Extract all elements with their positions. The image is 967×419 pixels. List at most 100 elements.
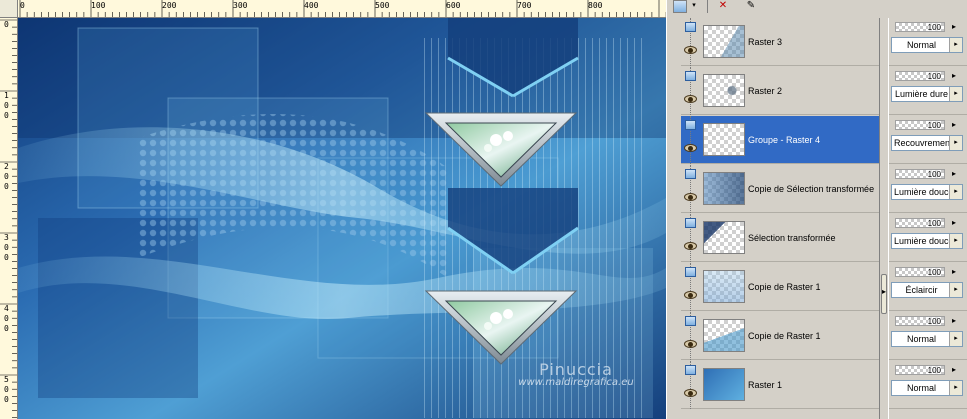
visibility-eye-icon[interactable] bbox=[684, 144, 697, 152]
visibility-eye-icon[interactable] bbox=[684, 242, 697, 250]
layer-type-icon bbox=[685, 120, 696, 130]
splitter-grip[interactable]: ▸ bbox=[881, 274, 887, 314]
layer-row[interactable]: Copie de Raster 1 bbox=[681, 263, 879, 311]
opacity-arrow-icon[interactable]: ▸ bbox=[949, 70, 959, 82]
layer-properties-row: 100 ▸ Recouvrement ▸ bbox=[889, 116, 967, 164]
dropdown-arrow-icon[interactable]: ▾ bbox=[689, 0, 699, 13]
layer-type-icon bbox=[685, 218, 696, 228]
opacity-slider[interactable]: 100 bbox=[895, 267, 945, 277]
blend-mode-select[interactable]: Normal ▸ bbox=[891, 380, 963, 396]
layer-name[interactable]: Copie de Raster 1 bbox=[748, 331, 880, 341]
dropdown-arrow-icon[interactable]: ▸ bbox=[949, 332, 962, 346]
layer-name[interactable]: Groupe - Raster 4 bbox=[748, 135, 880, 145]
opacity-arrow-icon[interactable]: ▸ bbox=[949, 119, 959, 131]
ruler-label: 2 bbox=[4, 162, 9, 171]
opacity-slider[interactable]: 100 bbox=[895, 316, 945, 326]
opacity-arrow-icon[interactable]: ▸ bbox=[949, 217, 959, 229]
ruler-label: 5 bbox=[4, 375, 9, 384]
blend-mode-value: Lumière douce bbox=[894, 187, 949, 197]
opacity-value: 100 bbox=[927, 219, 941, 228]
layer-type-icon bbox=[685, 365, 696, 375]
dropdown-arrow-icon[interactable]: ▸ bbox=[949, 38, 962, 52]
opacity-arrow-icon[interactable]: ▸ bbox=[949, 21, 959, 33]
layer-name[interactable]: Raster 3 bbox=[748, 37, 880, 47]
opacity-arrow-icon[interactable]: ▸ bbox=[949, 266, 959, 278]
blend-mode-select[interactable]: Lumière dure ▸ bbox=[891, 86, 963, 102]
ruler-label: 1 bbox=[4, 91, 9, 100]
image-canvas[interactable]: Pinuccia www.maldiregrafica.eu bbox=[18, 18, 666, 419]
layer-type-icon bbox=[685, 267, 696, 277]
opacity-value: 100 bbox=[927, 268, 941, 277]
ruler-label: 500 bbox=[375, 1, 390, 10]
dropdown-arrow-icon[interactable]: ▸ bbox=[949, 234, 962, 248]
blend-mode-value: Recouvrement bbox=[894, 138, 949, 148]
ruler-label: 0 bbox=[4, 101, 9, 110]
layer-name[interactable]: Raster 1 bbox=[748, 380, 880, 390]
opacity-slider[interactable]: 100 bbox=[895, 22, 945, 32]
layer-row[interactable]: Groupe - Raster 4 bbox=[681, 116, 879, 164]
ruler-corner bbox=[0, 0, 18, 18]
blend-mode-select[interactable]: Normal ▸ bbox=[891, 331, 963, 347]
blend-mode-value: Lumière douce bbox=[894, 236, 949, 246]
opacity-arrow-icon[interactable]: ▸ bbox=[949, 168, 959, 180]
layer-properties-row: 100 ▸ Normal ▸ bbox=[889, 361, 967, 409]
opacity-arrow-icon[interactable]: ▸ bbox=[949, 364, 959, 376]
ruler-label: 300 bbox=[233, 1, 248, 10]
visibility-eye-icon[interactable] bbox=[684, 193, 697, 201]
layer-thumbnail bbox=[703, 270, 745, 303]
opacity-slider[interactable]: 100 bbox=[895, 218, 945, 228]
watermark-url: www.maldiregrafica.eu bbox=[518, 377, 634, 388]
layer-name[interactable]: Copie de Raster 1 bbox=[748, 282, 880, 292]
ruler-label: 0 bbox=[20, 1, 25, 10]
ruler-label: 400 bbox=[304, 1, 319, 10]
layer-type-icon bbox=[685, 71, 696, 81]
delete-layer-icon[interactable]: ✕ bbox=[715, 0, 731, 13]
ruler-label: 0 bbox=[4, 172, 9, 181]
opacity-slider[interactable]: 100 bbox=[895, 365, 945, 375]
layer-thumbnail bbox=[703, 221, 745, 254]
layer-properties-icon[interactable]: ✎ bbox=[743, 0, 759, 13]
blend-mode-select[interactable]: Normal ▸ bbox=[891, 37, 963, 53]
layer-thumbnail bbox=[703, 319, 745, 352]
dropdown-arrow-icon[interactable]: ▸ bbox=[949, 283, 962, 297]
artwork bbox=[18, 18, 666, 419]
layer-name[interactable]: Copie de Sélection transformée bbox=[748, 184, 880, 194]
layer-row[interactable]: Copie de Raster 1 bbox=[681, 312, 879, 360]
layer-row[interactable]: Raster 3 bbox=[681, 18, 879, 66]
layer-properties-row: 100 ▸ Lumière douce ▸ bbox=[889, 214, 967, 262]
layer-row[interactable]: Raster 1 bbox=[681, 361, 879, 409]
visibility-eye-icon[interactable] bbox=[684, 46, 697, 54]
blend-mode-select[interactable]: Recouvrement ▸ bbox=[891, 135, 963, 151]
pane-splitter[interactable]: ▸ bbox=[879, 18, 889, 419]
layer-name[interactable]: Sélection transformée bbox=[748, 233, 880, 243]
dropdown-arrow-icon[interactable]: ▸ bbox=[949, 136, 962, 150]
opacity-value: 100 bbox=[927, 121, 941, 130]
layer-properties-row: 100 ▸ Lumière dure ▸ bbox=[889, 67, 967, 115]
dropdown-arrow-icon[interactable]: ▸ bbox=[949, 381, 962, 395]
layer-row[interactable]: Sélection transformée bbox=[681, 214, 879, 262]
dropdown-arrow-icon[interactable]: ▸ bbox=[949, 185, 962, 199]
blend-mode-select[interactable]: Lumière douce ▸ bbox=[891, 233, 963, 249]
visibility-eye-icon[interactable] bbox=[684, 95, 697, 103]
layer-type-icon[interactable] bbox=[673, 0, 687, 13]
opacity-slider[interactable]: 100 bbox=[895, 71, 945, 81]
visibility-eye-icon[interactable] bbox=[684, 389, 697, 397]
layer-row[interactable]: Raster 2 bbox=[681, 67, 879, 115]
visibility-eye-icon[interactable] bbox=[684, 340, 697, 348]
opacity-slider[interactable]: 100 bbox=[895, 120, 945, 130]
toolbar-separator bbox=[707, 0, 708, 13]
blend-mode-select[interactable]: Éclaircir ▸ bbox=[891, 282, 963, 298]
ruler-label: 0 bbox=[4, 385, 9, 394]
ruler-label: 200 bbox=[162, 1, 177, 10]
opacity-slider[interactable]: 100 bbox=[895, 169, 945, 179]
visibility-eye-icon[interactable] bbox=[684, 291, 697, 299]
watermark: Pinuccia www.maldiregrafica.eu bbox=[516, 360, 636, 388]
layer-properties-row: 100 ▸ Éclaircir ▸ bbox=[889, 263, 967, 311]
layer-name[interactable]: Raster 2 bbox=[748, 86, 880, 96]
layer-row[interactable]: Copie de Sélection transformée bbox=[681, 165, 879, 213]
blend-mode-value: Normal bbox=[906, 383, 936, 393]
ruler-label: 0 bbox=[4, 243, 9, 252]
blend-mode-select[interactable]: Lumière douce ▸ bbox=[891, 184, 963, 200]
dropdown-arrow-icon[interactable]: ▸ bbox=[949, 87, 962, 101]
opacity-arrow-icon[interactable]: ▸ bbox=[949, 315, 959, 327]
